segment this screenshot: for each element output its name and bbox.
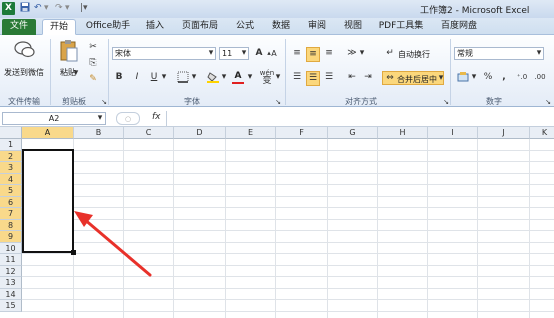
window-title: 工作簿2 - Microsoft Excel [420, 6, 530, 16]
tab-formulas[interactable]: 公式 [230, 19, 260, 35]
clipboard-launcher-icon[interactable]: ↘ [100, 96, 108, 109]
ribbon: 发送到微信 文件传输 粘贴 ▾ ✂ ⎘ ✎ 剪贴板 ↘ 宋体 ▾ 11 ▾ A … [0, 35, 554, 107]
font-size-dropdown-icon[interactable]: ▾ [240, 47, 248, 60]
undo-icon[interactable]: ↶ [34, 2, 42, 15]
send-to-wechat-button[interactable]: 发送到微信 [4, 67, 44, 78]
number-format-dropdown-icon[interactable]: ▾ [535, 47, 543, 60]
title-bar: X ↶ ▾ ↷ ▾ |▾ 工作簿2 - Microsoft Excel [0, 0, 554, 18]
customize-icon[interactable]: |▾ [80, 2, 88, 15]
decrease-indent-icon[interactable]: ⇤ [345, 71, 359, 84]
group-separator [108, 39, 109, 105]
redo-icon[interactable]: ↷ [55, 2, 63, 15]
redo-dropdown-icon[interactable]: ▾ [65, 2, 70, 15]
insert-function-button[interactable]: fx [152, 112, 161, 122]
worksheet-grid[interactable]: ABCDEFGHIJK 1 2 3 4 5 6 7 8 9 10 11 12 13 14 15 [0, 127, 554, 318]
wrap-text-icon[interactable]: ↵ [384, 47, 396, 60]
shrink-font-button[interactable]: A [269, 47, 279, 60]
file-transfer-group-label: 文件传输 [8, 97, 40, 106]
group-separator [50, 39, 51, 105]
alignment-launcher-icon[interactable]: ↘ [442, 96, 450, 109]
group-separator [450, 39, 451, 105]
fill-color-dropdown-icon[interactable]: ▾ [220, 71, 228, 84]
border-icon[interactable] [176, 71, 190, 88]
accounting-dropdown-icon[interactable]: ▾ [470, 71, 478, 84]
ribbon-tabs: 文件 开始 Office助手 插入 页面布局 公式 数据 审阅 视图 PDF工具… [0, 18, 554, 35]
italic-button[interactable]: I [131, 71, 143, 84]
formula-input[interactable] [166, 111, 552, 126]
font-group-label: 字体 [184, 97, 200, 106]
group-separator [285, 39, 286, 105]
phonetic-dropdown-icon[interactable]: ▾ [274, 71, 282, 84]
fill-color-icon[interactable] [206, 71, 220, 88]
bold-button[interactable]: B [113, 71, 125, 84]
tab-data[interactable]: 数据 [266, 19, 296, 35]
clipboard-group-label: 剪贴板 [62, 97, 86, 106]
underline-button[interactable]: U [148, 71, 160, 84]
save-icon[interactable] [20, 2, 30, 15]
font-name-select[interactable]: 宋体 [112, 47, 216, 60]
comma-button[interactable]: , [498, 71, 510, 84]
tab-review[interactable]: 审阅 [302, 19, 332, 35]
name-box[interactable]: A2 [2, 112, 106, 125]
merge-center-dropdown-icon[interactable]: ▾ [437, 72, 445, 85]
number-launcher-icon[interactable]: ↘ [544, 96, 552, 109]
orientation-icon[interactable]: ≫ [345, 47, 359, 60]
excel-app-icon[interactable]: X [2, 2, 15, 15]
align-right-icon[interactable]: ☰ [322, 71, 336, 84]
align-center-icon[interactable]: ☰ [306, 71, 320, 86]
tab-page-layout[interactable]: 页面布局 [176, 19, 224, 35]
copy-icon[interactable]: ⎘ [87, 57, 99, 70]
align-middle-icon[interactable]: ≡ [306, 47, 320, 62]
name-box-dropdown-icon[interactable]: ▾ [96, 112, 104, 125]
underline-dropdown-icon[interactable]: ▾ [160, 71, 168, 84]
tab-file[interactable]: 文件 [2, 19, 36, 35]
annotation-arrow [74, 211, 152, 277]
tab-office-assistant[interactable]: Office助手 [82, 19, 134, 35]
border-dropdown-icon[interactable]: ▾ [190, 71, 198, 84]
tab-pdf-tools[interactable]: PDF工具集 [374, 19, 428, 35]
align-top-icon[interactable]: ≡ [290, 47, 304, 60]
tab-view[interactable]: 视图 [338, 19, 368, 35]
grow-font-button[interactable]: A [254, 47, 264, 60]
phonetic-icon[interactable]: 变 [260, 75, 274, 88]
cut-icon[interactable]: ✂ [87, 41, 99, 54]
font-launcher-icon[interactable]: ↘ [274, 96, 282, 109]
align-left-icon[interactable]: ☰ [290, 71, 304, 84]
percent-button[interactable]: % [482, 71, 494, 84]
font-name-dropdown-icon[interactable]: ▾ [207, 47, 215, 60]
number-format-select[interactable]: 常规 [454, 47, 544, 60]
tab-insert[interactable]: 插入 [140, 19, 170, 35]
formula-zoom-icon[interactable]: ○ [116, 112, 140, 125]
tab-baidu-netdisk[interactable]: 百度网盘 [434, 19, 484, 35]
wrap-text-button[interactable]: 自动换行 [398, 49, 430, 60]
decrease-decimal-icon[interactable]: .00 [532, 71, 548, 84]
align-bottom-icon[interactable]: ≡ [322, 47, 336, 60]
wechat-icon [14, 40, 36, 62]
font-color-dropdown-icon[interactable]: ▾ [246, 71, 254, 84]
tab-home[interactable]: 开始 [42, 19, 76, 35]
format-painter-icon[interactable]: ✎ [87, 73, 99, 86]
orientation-dropdown-icon[interactable]: ▾ [358, 47, 366, 60]
paste-dropdown-icon[interactable]: ▾ [72, 67, 80, 80]
merge-center-button[interactable]: 合并后居中 [397, 74, 437, 85]
merge-center-icon: ⇔ [386, 73, 394, 83]
formula-bar: A2 ▾ ○ fx [0, 110, 554, 127]
undo-dropdown-icon[interactable]: ▾ [44, 2, 49, 15]
paste-icon[interactable] [58, 39, 80, 65]
accounting-format-icon[interactable] [456, 71, 470, 88]
increase-decimal-icon[interactable]: ⁺.0 [514, 71, 530, 84]
increase-indent-icon[interactable]: ⇥ [361, 71, 375, 84]
font-color-button[interactable]: A [232, 70, 244, 84]
number-group-label: 数字 [486, 97, 502, 106]
alignment-group-label: 对齐方式 [345, 97, 377, 106]
